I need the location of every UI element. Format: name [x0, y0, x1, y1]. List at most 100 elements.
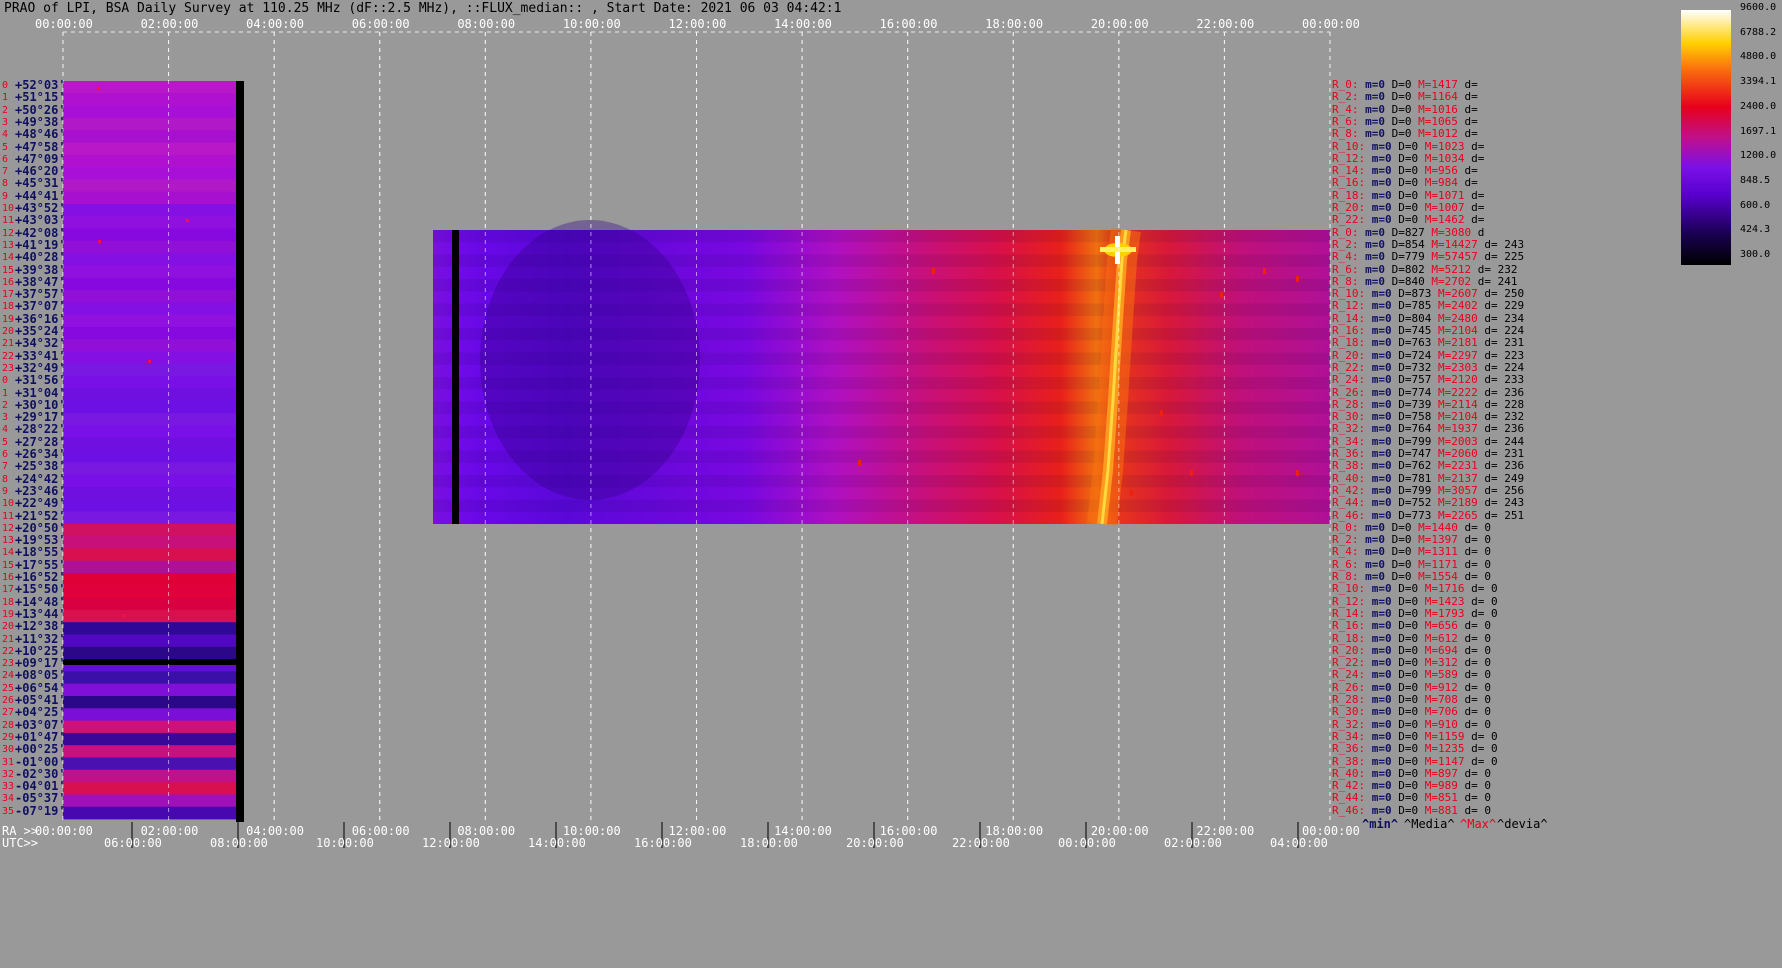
stats-media: D=747	[1391, 447, 1432, 460]
stats-min: m=0	[1358, 545, 1385, 559]
heatmap-row-a	[63, 745, 236, 758]
stats-devia: d= 0	[1457, 545, 1491, 559]
stats-max: M=2607	[1431, 287, 1478, 301]
stats-min: m=0	[1365, 324, 1392, 337]
stats-min: m=0	[1365, 496, 1392, 510]
heatmap-row-a	[63, 450, 236, 463]
stats-max: M=2303	[1431, 360, 1478, 374]
stats-name: R_2:	[1332, 237, 1359, 251]
colorbar-tick: 3394.1	[1740, 76, 1777, 88]
stats-devia: d= 0	[1457, 668, 1491, 682]
stats-name: R_46:	[1332, 803, 1366, 817]
stats-min: m=0	[1365, 742, 1392, 756]
stats-max: M=1937	[1431, 422, 1478, 436]
stats-min: m=0	[1365, 311, 1392, 325]
heatmap-row-a	[63, 154, 236, 168]
stats-min: m=0	[1358, 262, 1385, 276]
stats-devia: d= 0	[1457, 533, 1491, 547]
stats-devia: d= 0	[1457, 619, 1491, 633]
speckle	[98, 240, 101, 243]
stats-min: m=0	[1365, 766, 1392, 780]
top-tick-label: 12:00:00	[668, 17, 727, 31]
stats-max: M=1311	[1411, 545, 1458, 559]
stats-min: m=0	[1358, 570, 1385, 583]
stats-devia: d= 231	[1477, 336, 1525, 350]
heatmap-row-a	[63, 683, 236, 697]
speckle-b	[1296, 276, 1299, 282]
stats-media: D=0	[1385, 102, 1412, 116]
heatmap-row-a	[63, 363, 236, 377]
colorbar-tick: 1200.0	[1740, 150, 1777, 162]
stats-max: M=57457	[1424, 250, 1478, 264]
colorbar-tick: 424.3	[1740, 224, 1771, 236]
stats-devia: d= 231	[1477, 447, 1525, 460]
stats-devia: d= 0	[1457, 643, 1491, 657]
stats-devia: d=	[1457, 164, 1478, 178]
stats-name: R_20:	[1332, 643, 1366, 657]
stats-name: R_26:	[1332, 385, 1366, 399]
colorbar-tick: 848.5	[1740, 174, 1771, 186]
stats-media: D=757	[1391, 373, 1432, 387]
stats-name: R_46:	[1332, 508, 1366, 522]
stats-name: R_10:	[1332, 139, 1366, 153]
stats-max: M=897	[1418, 766, 1458, 780]
stats-max: M=881	[1418, 803, 1458, 817]
stats-name: R_28:	[1332, 693, 1366, 706]
stats-devia: d= 251	[1477, 508, 1525, 522]
stats-media: D=0	[1391, 791, 1419, 805]
colorbar-tick: 300.0	[1740, 249, 1771, 260]
stats-media: D=0	[1391, 582, 1419, 596]
heatmap-row-a	[63, 81, 236, 94]
stats-name: R_22:	[1332, 360, 1366, 374]
stats-devia: d= 0	[1457, 705, 1491, 719]
stats-max: M=5212	[1424, 262, 1472, 276]
stats-min: m=0	[1365, 668, 1392, 682]
stats-min: m=0	[1365, 717, 1392, 731]
stats-min: m=0	[1358, 90, 1385, 104]
heatmap-row-a	[63, 216, 236, 229]
speckle-b	[1263, 268, 1266, 274]
utc-tick-label: 14:00:00	[528, 836, 586, 850]
heatmap-row-a	[63, 794, 236, 808]
stats-devia: d= 0	[1457, 717, 1491, 731]
heatmap-row-a	[63, 314, 236, 328]
stats-media: D=0	[1391, 643, 1419, 657]
stats-name: R_12:	[1332, 299, 1366, 313]
heatmap-row-a	[63, 609, 236, 623]
heatmap-row-a	[63, 425, 236, 439]
stats-min: m=0	[1365, 471, 1392, 485]
stats-max: M=1023	[1418, 139, 1465, 153]
stats-media: D=0	[1391, 176, 1419, 190]
stats-devia: d= 0	[1457, 557, 1491, 571]
stats-media: D=0	[1391, 139, 1419, 153]
stats-min: m=0	[1365, 582, 1392, 596]
stats-devia: d= 228	[1477, 397, 1525, 411]
stats-media: D=752	[1391, 496, 1432, 510]
stats-max: M=989	[1418, 779, 1458, 793]
stats-min: m=0	[1365, 643, 1392, 657]
stats-media: D=0	[1391, 705, 1419, 719]
stats-media: D=0	[1391, 164, 1419, 178]
stats-name: R_6:	[1332, 114, 1359, 128]
stats-devia: d= 224	[1477, 324, 1525, 337]
top-tick-label: 08:00:00	[457, 17, 516, 31]
stats-name: R_44:	[1332, 791, 1366, 805]
heatmap-row-a	[63, 671, 236, 685]
top-tick-label: 02:00:00	[140, 17, 199, 31]
stats-min: m=0	[1358, 274, 1385, 288]
stats-devia: d= 0	[1457, 766, 1491, 780]
stats-footer-media: ^Media^	[1404, 817, 1455, 831]
speckle-b	[858, 460, 861, 466]
stats-max: M=1147	[1418, 754, 1465, 768]
stats-devia: d= 233	[1477, 373, 1525, 387]
stats-min: m=0	[1358, 114, 1385, 128]
stats-media: D=0	[1391, 606, 1419, 620]
stats-min: m=0	[1365, 336, 1392, 350]
stats-media: D=873	[1391, 287, 1432, 301]
heatmap-row-a	[63, 437, 236, 451]
heatmap-row-a	[63, 339, 236, 352]
low-flux-region	[480, 220, 700, 500]
stats-devia: d= 0	[1457, 656, 1491, 670]
stats-media: D=774	[1391, 385, 1432, 399]
heatmap-row-a	[63, 536, 236, 549]
